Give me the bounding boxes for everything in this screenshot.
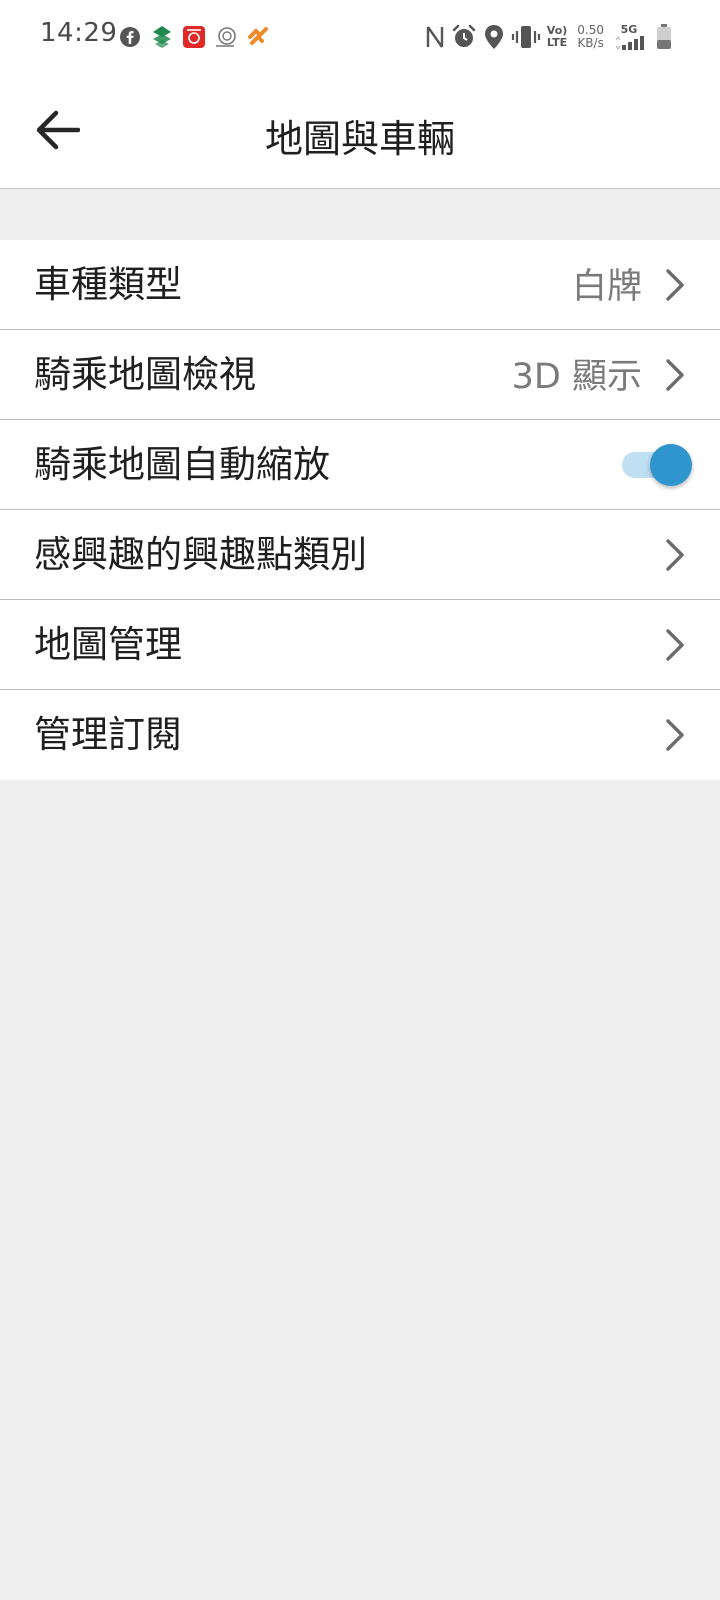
- leaf-app-icon: [150, 25, 174, 49]
- signal-indicator: 5G: [614, 23, 644, 51]
- setting-label: 感興趣的興趣點類別: [34, 533, 367, 576]
- status-time: 14:29: [40, 18, 118, 48]
- setting-value: 白牌: [571, 267, 642, 307]
- setting-poi-categories[interactable]: 感興趣的興趣點類別: [0, 510, 720, 600]
- volte-lte-indicator: Vo) LTE: [547, 23, 568, 51]
- setting-label: 管理訂閱: [34, 713, 182, 756]
- notification-icons: [118, 24, 270, 50]
- setting-label: 騎乘地圖檢視: [34, 353, 256, 396]
- toggle-thumb: [650, 444, 692, 486]
- signal-icon: [615, 36, 644, 50]
- nfc-icon: [425, 23, 445, 51]
- setting-label: 地圖管理: [34, 623, 182, 666]
- system-icons: Vo) LTE 0.50 KB/s 5G: [425, 22, 672, 52]
- circle-app-icon: [214, 25, 238, 49]
- chevron-right-icon: [666, 539, 684, 571]
- setting-subscriptions[interactable]: 管理訂閱: [0, 690, 720, 780]
- app-bar: 地圖與車輛: [0, 76, 720, 189]
- battery-icon: [656, 23, 672, 51]
- setting-vehicle-type[interactable]: 車種類型 白牌: [0, 240, 720, 330]
- status-bar: 14:29 Vo) LTE 0.50 KB/s 5G: [0, 0, 720, 76]
- auto-zoom-toggle[interactable]: [620, 444, 692, 486]
- vibrate-icon: [511, 23, 541, 51]
- chevron-right-icon: [666, 719, 684, 751]
- setting-label: 騎乘地圖自動縮放: [34, 443, 330, 486]
- setting-value: 3D 顯示: [511, 357, 642, 397]
- settings-list: 車種類型 白牌 騎乘地圖檢視 3D 顯示 騎乘地圖自動縮放 感興趣的興趣點類別 …: [0, 240, 720, 780]
- alarm-icon: [451, 23, 477, 51]
- facebook-icon: [118, 25, 142, 49]
- lte-label: LTE: [546, 36, 568, 49]
- setting-map-view[interactable]: 騎乘地圖檢視 3D 顯示: [0, 330, 720, 420]
- network-type: 5G: [620, 23, 638, 36]
- chevron-right-icon: [666, 359, 684, 391]
- red-app-icon: [182, 25, 206, 49]
- chevron-right-icon: [666, 629, 684, 661]
- location-icon: [483, 23, 505, 51]
- speed-unit: KB/s: [577, 36, 604, 50]
- setting-auto-zoom: 騎乘地圖自動縮放: [0, 420, 720, 510]
- setting-label: 車種類型: [34, 263, 182, 306]
- chevron-right-icon: [666, 269, 684, 301]
- page-title: 地圖與車輛: [264, 117, 455, 161]
- setting-map-management[interactable]: 地圖管理: [0, 600, 720, 690]
- orange-app-icon: [246, 25, 270, 49]
- network-speed: 0.50 KB/s: [577, 23, 604, 51]
